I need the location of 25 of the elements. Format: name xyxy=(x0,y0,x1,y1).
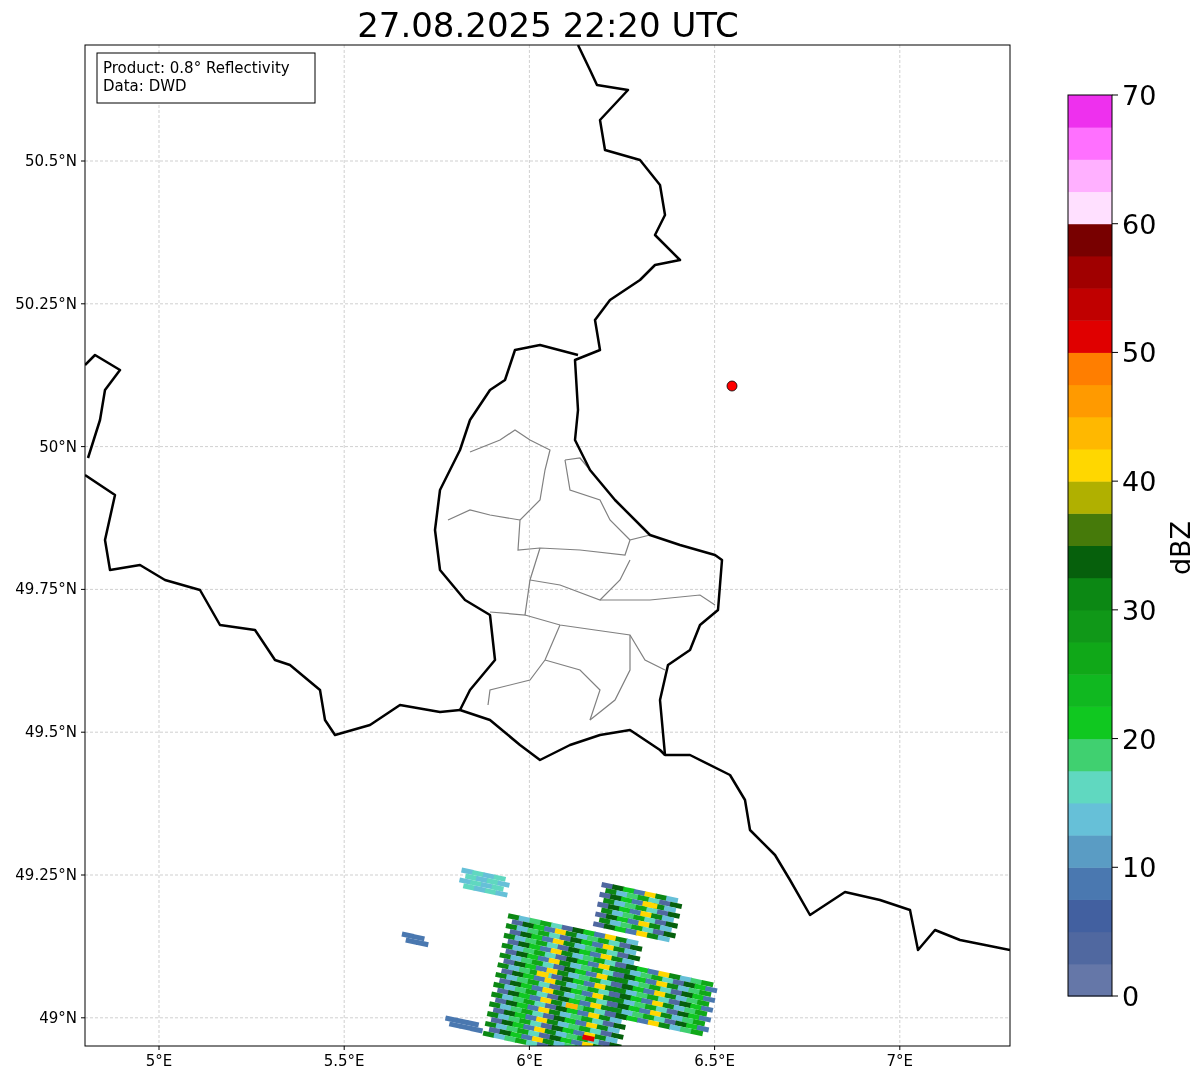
latitude-label: 50.25°N xyxy=(15,294,77,313)
radar-site-marker xyxy=(726,380,738,392)
colorbar-tick-label: 20 xyxy=(1122,723,1157,755)
longitude-label: 6.5°E xyxy=(694,1052,735,1070)
longitude-label: 6°E xyxy=(516,1052,543,1070)
chart-title: 27.08.2025 22:20 UTC xyxy=(357,5,739,45)
latitude-label: 50°N xyxy=(39,437,77,456)
colorbar-tick-label: 70 xyxy=(1122,80,1157,111)
colorbar-tick-label: 30 xyxy=(1122,594,1157,626)
latitude-label: 50.5°N xyxy=(24,152,77,170)
longitude-label: 5°E xyxy=(145,1052,173,1070)
colorbar-tick-label: 60 xyxy=(1122,208,1157,240)
longitude-label: 5.5°E xyxy=(323,1052,365,1070)
colorbar-label: dBZ xyxy=(1165,520,1196,576)
latitude-label: 49°N xyxy=(39,1008,77,1027)
colorbar-tick-label: 50 xyxy=(1122,337,1157,369)
colorbar-tick-label: 10 xyxy=(1122,852,1157,884)
colorbar-tick-label: 40 xyxy=(1122,466,1157,498)
info-text: Data: DWD xyxy=(103,77,187,95)
latitude-label: 49.75°N xyxy=(15,580,77,599)
info-text: Product: 0.8° Reflectivity xyxy=(103,59,290,77)
latitude-label: 49.5°N xyxy=(24,723,77,742)
longitude-label: 7°E xyxy=(886,1052,914,1070)
latitude-label: 49.25°N xyxy=(15,866,77,884)
colorbar-tick-label: 0 xyxy=(1122,981,1140,1012)
